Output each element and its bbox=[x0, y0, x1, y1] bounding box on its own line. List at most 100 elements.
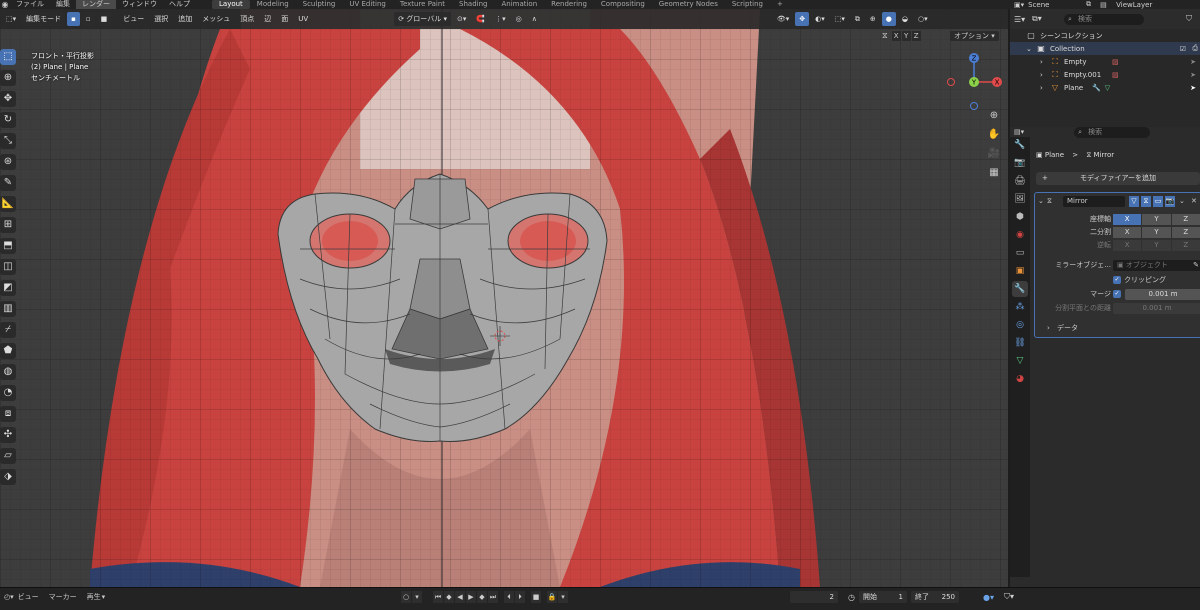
outliner-item-empty-001[interactable]: › ⛶ Empty.001 ▨ ➤ bbox=[1010, 68, 1200, 81]
rendered-shading-icon[interactable]: ○▾ bbox=[914, 12, 932, 26]
viewport-toggle-icon[interactable]: ▭ bbox=[1153, 196, 1163, 207]
timeline-menu-playback[interactable]: 再生 bbox=[87, 591, 101, 603]
workspace-tab-compositing[interactable]: Compositing bbox=[594, 0, 652, 9]
menu-help[interactable]: ヘルプ bbox=[163, 0, 196, 9]
vertex-select-icon[interactable]: ▪ bbox=[67, 12, 80, 26]
options-dropdown[interactable]: オプション ▾ bbox=[950, 31, 999, 41]
visibility-icon[interactable]: 👁▾ bbox=[773, 12, 793, 26]
rotate-tool-icon[interactable]: ↻ bbox=[0, 112, 16, 128]
butterfly-icon[interactable]: ⧖ bbox=[882, 31, 888, 41]
menu-vertex[interactable]: 頂点 bbox=[236, 12, 258, 26]
material-tab-icon[interactable]: ◕ bbox=[1012, 371, 1028, 387]
editor-type-icon[interactable]: ⬚▾ bbox=[2, 12, 20, 26]
select-arrow-icon[interactable]: ➤ bbox=[1190, 71, 1196, 79]
world-tab-icon[interactable]: ◉ bbox=[1012, 227, 1028, 243]
outliner-editor-icon[interactable]: ☰▾ bbox=[1014, 15, 1032, 24]
filter-icon[interactable]: ⛉ bbox=[1186, 14, 1192, 24]
menu-edit[interactable]: 編集 bbox=[50, 0, 76, 9]
inset-tool-icon[interactable]: ◫ bbox=[0, 259, 16, 275]
shear-tool-icon[interactable]: ▱ bbox=[0, 448, 16, 464]
edge-slide-tool-icon[interactable]: ⧈ bbox=[0, 406, 16, 422]
current-frame-field[interactable]: 2 bbox=[790, 591, 838, 603]
add-cube-tool-icon[interactable]: ⊞ bbox=[0, 217, 16, 233]
axis-y-toggle[interactable]: Y bbox=[1142, 214, 1171, 225]
stop-icon[interactable]: ■ bbox=[531, 591, 541, 603]
blender-logo-icon[interactable]: ◉ bbox=[0, 0, 10, 9]
mirror-x-toggle[interactable]: X bbox=[891, 31, 901, 41]
particles-tab-icon[interactable]: ⁂ bbox=[1012, 299, 1028, 315]
workspace-tab-uv-editing[interactable]: UV Editing bbox=[342, 0, 393, 9]
zoom-icon[interactable]: ⊕ bbox=[986, 108, 1002, 124]
workspace-tab-sculpting[interactable]: Sculpting bbox=[296, 0, 343, 9]
scene-name[interactable]: Scene bbox=[1028, 1, 1086, 9]
menu-render[interactable]: レンダー bbox=[76, 0, 116, 9]
merge-checkbox[interactable]: ✓ bbox=[1113, 290, 1121, 298]
shrink-tool-icon[interactable]: ✣ bbox=[0, 427, 16, 443]
scene-tab-icon[interactable]: ⬢ bbox=[1012, 209, 1028, 225]
axis-z-toggle[interactable]: Z bbox=[1171, 214, 1200, 225]
snap-icon[interactable]: 🧲 bbox=[472, 12, 489, 26]
start-frame-field[interactable]: 開始 1 bbox=[858, 591, 907, 603]
edge-select-icon[interactable]: ▫ bbox=[81, 12, 95, 26]
workspace-tab-modeling[interactable]: Modeling bbox=[250, 0, 296, 9]
wireframe-shading-icon[interactable]: ⊕ bbox=[866, 12, 880, 26]
overlay-icon[interactable]: ◐▾ bbox=[811, 12, 829, 26]
menu-window[interactable]: ウィンドウ bbox=[116, 0, 163, 9]
data-tab-icon[interactable]: ▽ bbox=[1012, 353, 1028, 369]
mesh-edit-overlay-icon[interactable]: ⬚▾ bbox=[831, 12, 849, 26]
menu-file[interactable]: ファイル bbox=[10, 0, 50, 9]
output-tab-icon[interactable]: 🖨 bbox=[1012, 173, 1028, 189]
menu-view[interactable]: ビュー bbox=[119, 12, 148, 26]
scale-tool-icon[interactable]: ⤡ bbox=[0, 133, 16, 149]
xray-icon[interactable]: ⧉ bbox=[851, 12, 864, 26]
select-arrow-icon[interactable]: ➤ bbox=[1190, 58, 1196, 66]
transform-tool-icon[interactable]: ⊛ bbox=[0, 154, 16, 170]
gizmo-toggle-icon[interactable]: ✥ bbox=[795, 12, 810, 26]
modifier-tab-icon[interactable]: 🔧 bbox=[1012, 281, 1028, 297]
expand-down-icon[interactable]: ⌄ bbox=[1026, 45, 1036, 53]
collection-checkbox-icon[interactable]: ☑ bbox=[1180, 45, 1186, 53]
collapse-icon[interactable]: ⌄ bbox=[1038, 196, 1044, 207]
data-section-row[interactable]: › データ bbox=[1035, 323, 1200, 334]
workspace-tab-animation[interactable]: Animation bbox=[494, 0, 544, 9]
bisect-y-toggle[interactable]: Y bbox=[1142, 227, 1171, 238]
physics-tab-icon[interactable]: ◎ bbox=[1012, 317, 1028, 333]
bisect-z-toggle[interactable]: Z bbox=[1171, 227, 1200, 238]
rip-tool-icon[interactable]: ⬗ bbox=[0, 469, 16, 485]
pivot-icon[interactable]: ⊙▾ bbox=[453, 12, 470, 26]
measure-tool-icon[interactable]: 📐 bbox=[0, 196, 16, 212]
menu-select[interactable]: 選択 bbox=[150, 12, 172, 26]
flip-y-toggle[interactable]: Y bbox=[1142, 240, 1171, 251]
clipping-checkbox[interactable]: ✓ クリッピング bbox=[1113, 275, 1166, 286]
jump-start-icon[interactable]: ⏮ bbox=[433, 591, 443, 603]
timeline-editor-icon[interactable]: ◴▾ bbox=[4, 591, 14, 603]
mode-selector[interactable]: 編集モード bbox=[22, 12, 66, 26]
view-layer-name[interactable]: ViewLayer bbox=[1116, 1, 1152, 9]
mirror-object-field[interactable]: ▣ オブジェクト ✎ bbox=[1113, 260, 1200, 271]
sync-icon[interactable]: ●▾ bbox=[983, 593, 994, 602]
edit-mode-toggle-icon[interactable]: ▽ bbox=[1129, 196, 1139, 207]
annotate-tool-icon[interactable]: ✎ bbox=[0, 175, 16, 191]
properties-editor-icon[interactable]: ▤▾ bbox=[1014, 128, 1024, 136]
smooth-tool-icon[interactable]: ◔ bbox=[0, 385, 16, 401]
move-tool-icon[interactable]: ✥ bbox=[0, 91, 16, 107]
3d-viewport[interactable]: ⬚▾ 編集モード ▪ ▫ ■ ビュー 選択 追加 メッシュ 頂点 辺 面 UV … bbox=[0, 9, 1008, 587]
axis-x-toggle[interactable]: X bbox=[1113, 214, 1142, 225]
select-box-tool-icon[interactable]: ⬚ bbox=[0, 49, 16, 65]
spin-tool-icon[interactable]: ◍ bbox=[0, 364, 16, 380]
select-arrow-icon[interactable]: ➤ bbox=[1190, 84, 1196, 92]
end-frame-field[interactable]: 終了 250 bbox=[910, 591, 959, 603]
proportional-edit-icon[interactable]: ◎ bbox=[512, 12, 526, 26]
render-tab-icon[interactable]: 📷 bbox=[1012, 155, 1028, 171]
remove-modifier-icon[interactable]: ✕ bbox=[1191, 196, 1197, 207]
dropdown-chevron-icon[interactable]: ⌄ bbox=[1179, 196, 1185, 207]
modifier-name-field[interactable]: Mirror bbox=[1063, 196, 1125, 207]
workspace-tab-texture-paint[interactable]: Texture Paint bbox=[393, 0, 452, 9]
flip-z-toggle[interactable]: Z bbox=[1171, 240, 1200, 251]
material-shading-icon[interactable]: ◒ bbox=[898, 12, 912, 26]
next-keyframe-icon[interactable]: ◆ bbox=[477, 591, 487, 603]
clock-icon[interactable]: ◷ bbox=[848, 593, 855, 602]
prev-frame-icon[interactable]: ⏴ bbox=[504, 591, 514, 603]
play-reverse-icon[interactable]: ◀ bbox=[455, 591, 465, 603]
next-frame-icon[interactable]: ⏵ bbox=[515, 591, 525, 603]
